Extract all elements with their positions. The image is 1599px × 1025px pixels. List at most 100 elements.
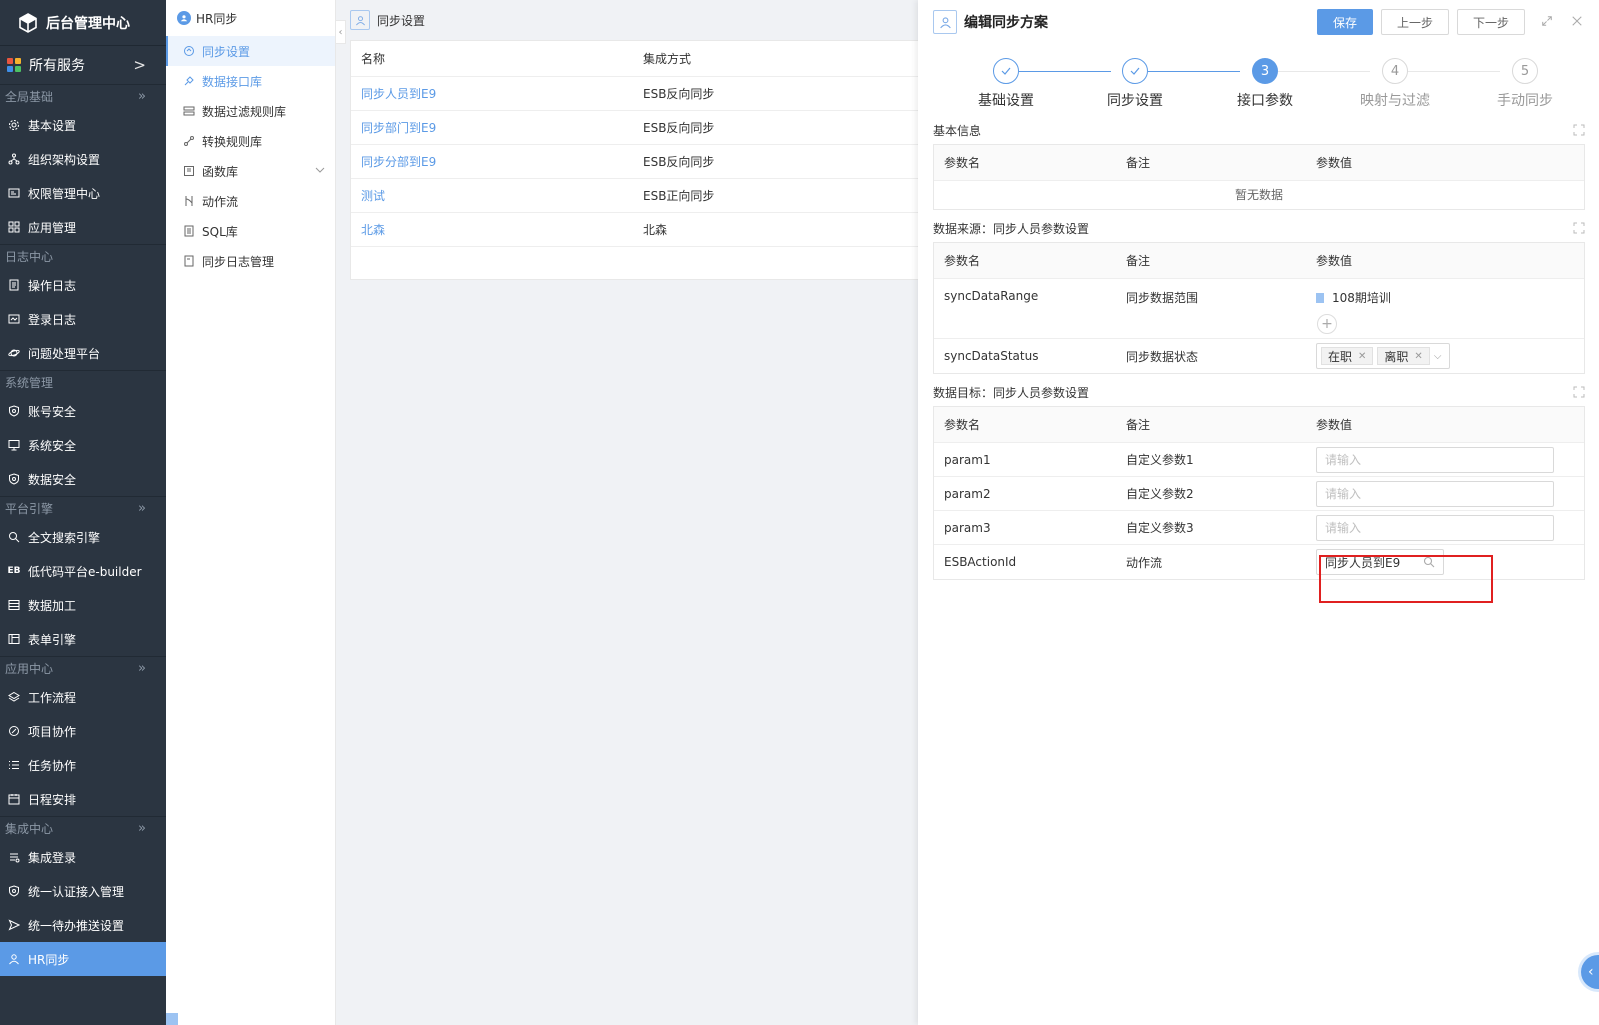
sidebar-item[interactable]: 统一认证接入管理 [0, 874, 166, 908]
all-services-button[interactable]: 所有服务 > [0, 46, 166, 84]
sidebar-group-header[interactable]: 平台引擎 » [0, 496, 166, 520]
search-icon[interactable] [1423, 556, 1435, 568]
submenu-item[interactable]: 同步设置 [166, 36, 335, 66]
table-header: 名称 集成方式 [351, 41, 929, 77]
sidebar-item[interactable]: 集成登录 [0, 840, 166, 874]
sidebar-item[interactable]: 系统安全 [0, 428, 166, 462]
sidebar-group-header[interactable]: 集成中心 » [0, 816, 166, 840]
step-indicator: 基础设置 同步设置 3 接口参数 4 映射与过滤 5 手动同步 [918, 44, 1599, 116]
double-chevron-icon[interactable]: » [138, 85, 146, 109]
add-org-button[interactable]: + [1317, 314, 1337, 334]
sidebar-group-header: 日志中心 [0, 244, 166, 268]
sidebar-item[interactable]: 登录日志 [0, 302, 166, 336]
sidebar-item-label: 表单引擎 [28, 632, 77, 647]
expand-icon[interactable] [1541, 15, 1555, 29]
sidebar-group-label: 应用中心 [5, 662, 54, 676]
step-4[interactable]: 4 映射与过滤 [1355, 58, 1435, 110]
status-multiselect[interactable]: 在职 ✕ 离职 ✕ ⌵ [1316, 343, 1450, 369]
step-3[interactable]: 3 接口参数 [1225, 58, 1305, 110]
chevron-down-icon[interactable]: ⌵ [1434, 351, 1442, 362]
double-chevron-icon[interactable]: » [138, 657, 146, 681]
double-chevron-icon[interactable]: » [138, 817, 146, 841]
param1-input[interactable] [1316, 446, 1554, 473]
submenu-item[interactable]: 同步日志管理 [166, 246, 335, 276]
form-icon [7, 632, 21, 646]
double-chevron-icon[interactable]: » [138, 497, 146, 521]
tag-resigned: 离职 ✕ [1377, 347, 1430, 365]
submenu-item[interactable]: SQL库 [166, 216, 335, 246]
step-1[interactable]: 基础设置 [966, 58, 1046, 110]
sync-plan-name-link[interactable]: 同步分部到E9 [351, 153, 643, 170]
sidebar-item[interactable]: 全文搜索引擎 [0, 520, 166, 554]
fullscreen-icon[interactable] [1573, 124, 1585, 136]
submenu-item[interactable]: 数据接口库 [166, 66, 335, 96]
table-row[interactable]: 测试 ESB正向同步 [351, 179, 929, 213]
col-param-value: 参数值 [1316, 156, 1353, 170]
sidebar-item[interactable]: 问题处理平台 [0, 336, 166, 370]
integration-method: ESB反向同步 [643, 87, 715, 101]
sync-plan-name-link[interactable]: 测试 [351, 187, 643, 204]
app-header[interactable]: 后台管理中心 [0, 0, 166, 46]
sidebar-item[interactable]: 应用管理 [0, 210, 166, 244]
next-step-button[interactable]: 下一步 [1456, 9, 1525, 35]
param3-input[interactable] [1316, 514, 1554, 541]
action-flow-value: 同步人员到E9 [1325, 555, 1401, 570]
step-5[interactable]: 5 手动同步 [1485, 58, 1565, 110]
remove-tag-icon[interactable]: ✕ [1358, 351, 1366, 362]
sync-plan-name-link[interactable]: 北森 [351, 221, 643, 238]
sidebar-item[interactable]: 数据加工 [0, 588, 166, 622]
close-icon[interactable] [1571, 15, 1585, 29]
table-row[interactable]: 同步分部到E9 ESB反向同步 [351, 145, 929, 179]
sidebar-item[interactable]: 组织架构设置 [0, 142, 166, 176]
table-row[interactable]: 北森 北森 [351, 213, 929, 247]
step-2[interactable]: 同步设置 [1095, 58, 1175, 110]
bottom-tab-handle[interactable] [166, 1013, 178, 1025]
sidebar-item[interactable]: 基本设置 [0, 108, 166, 142]
edit-sync-plan-drawer: 编辑同步方案 保存 上一步 下一步 基础设置 同步设置 3 接口参数 4 映射与过滤 5 手动… [918, 0, 1599, 1025]
sidebar-item[interactable]: 账号安全 [0, 394, 166, 428]
sidebar-group-header[interactable]: 全局基础 » [0, 84, 166, 108]
submenu-item[interactable]: 动作流 [166, 186, 335, 216]
eb-badge-icon: EB [7, 566, 21, 576]
sidebar-item[interactable]: EB 低代码平台e-builder [0, 554, 166, 588]
param2-input[interactable] [1316, 480, 1554, 507]
org-chart-icon [7, 152, 21, 166]
table-icon [7, 598, 21, 612]
section-title-source: 数据来源：同步人员参数设置 [918, 214, 1599, 242]
action-flow-browse-input[interactable]: 同步人员到E9 [1316, 549, 1444, 575]
submenu-item[interactable]: 函数库 [166, 156, 335, 186]
chevron-down-icon[interactable] [315, 164, 325, 174]
sidebar-item[interactable]: 任务协作 [0, 748, 166, 782]
param-value [1316, 446, 1584, 473]
apps-icon [7, 220, 21, 234]
sidebar-item[interactable]: 操作日志 [0, 268, 166, 302]
previous-step-button[interactable]: 上一步 [1380, 9, 1449, 35]
column-header-method: 集成方式 [643, 52, 692, 66]
sidebar-item[interactable]: 表单引擎 [0, 622, 166, 656]
org-selection[interactable]: 108期培训 [1316, 289, 1584, 306]
table-row[interactable]: 同步人员到E9 ESB反向同步 [351, 77, 929, 111]
sidebar-item[interactable]: 工作流程 [0, 680, 166, 714]
fullscreen-icon[interactable] [1573, 222, 1585, 234]
sync-plan-name-link[interactable]: 同步人员到E9 [351, 85, 643, 102]
collapse-menu-button[interactable]: ‹ [336, 20, 346, 44]
sidebar-item[interactable]: HR同步 [0, 942, 166, 976]
sidebar-item[interactable]: 权限管理中心 [0, 176, 166, 210]
save-button[interactable]: 保存 [1316, 9, 1373, 35]
submenu-item[interactable]: 转换规则库 [166, 126, 335, 156]
col-param-name: 参数名 [944, 156, 981, 170]
sidebar-item[interactable]: 日程安排 [0, 782, 166, 816]
sidebar-item[interactable]: 统一待办推送设置 [0, 908, 166, 942]
sidebar-item[interactable]: 项目协作 [0, 714, 166, 748]
table-row: param3 自定义参数3 [934, 511, 1584, 545]
check-icon [1122, 58, 1148, 84]
sync-plan-name-link[interactable]: 同步部门到E9 [351, 119, 643, 136]
sidebar-item-label: 工作流程 [28, 690, 77, 705]
submenu-item[interactable]: 数据过滤规则库 [166, 96, 335, 126]
table-row[interactable]: 同步部门到E9 ESB反向同步 [351, 111, 929, 145]
sidebar-group-header[interactable]: 应用中心 » [0, 656, 166, 680]
integration-method: ESB反向同步 [643, 121, 715, 135]
fullscreen-icon[interactable] [1573, 386, 1585, 398]
remove-tag-icon[interactable]: ✕ [1414, 351, 1422, 362]
sidebar-item[interactable]: 数据安全 [0, 462, 166, 496]
